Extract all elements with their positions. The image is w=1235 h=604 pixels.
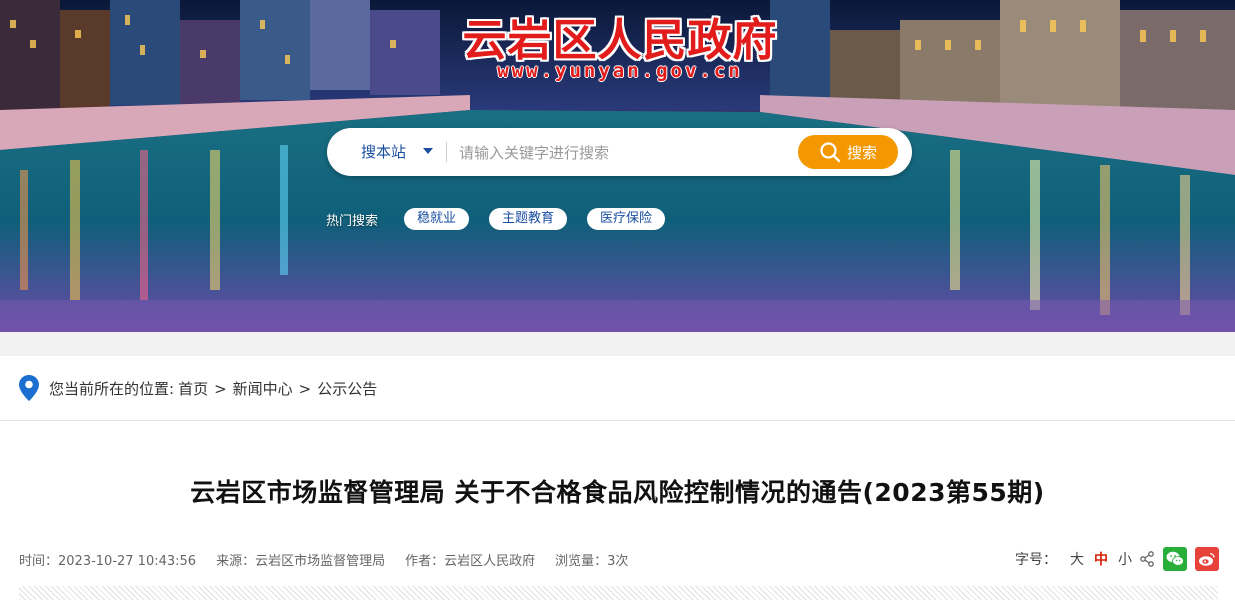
search-scope-select[interactable]: 搜本站 [361,128,406,176]
breadcrumb: 您当前所在的位置: 首页 > 新闻中心 > 公示公告 [49,378,377,399]
search-button[interactable]: 搜索 [798,135,898,169]
weibo-share-button[interactable] [1195,547,1219,571]
search-input[interactable] [457,137,791,169]
breadcrumb-separator: > [298,379,312,398]
article-time: 时间：2023-10-27 10:43:56 [19,554,197,569]
search-icon [820,142,841,163]
divider-pattern [19,586,1218,600]
search-button-label: 搜索 [846,143,877,162]
weibo-icon [1199,552,1215,566]
article-views: 浏览量：3次 [555,554,629,569]
search-bar: 搜本站 搜索 [327,128,912,176]
article-tools: 字号： 大 中 小 [1015,546,1219,572]
hot-tag-employment[interactable]: 稳就业 [404,208,470,230]
breadcrumb-bar: 您当前所在的位置: 首页 > 新闻中心 > 公示公告 [0,356,1235,421]
hot-tag-insurance[interactable]: 医疗保险 [587,208,666,230]
hot-search-label: 热门搜索 [326,213,379,229]
location-pin-icon [19,375,39,401]
breadcrumb-item-home[interactable]: 首页 [178,378,208,399]
font-size-label: 字号： [1015,552,1057,568]
share-icon[interactable] [1139,551,1155,567]
header-banner: 云岩区人民政府 www.yunyan.gov.cn 搜本站 搜索 热门搜索 稳就… [0,0,1235,332]
breadcrumb-item-news[interactable]: 新闻中心 [233,378,293,399]
wechat-icon [1166,551,1184,566]
article-source: 来源：云岩区市场监督管理局 [216,554,386,569]
nav-strip [0,332,1235,356]
article-meta: 时间：2023-10-27 10:43:56 来源：云岩区市场监督管理局 作者：… [19,550,648,569]
font-size-large-button[interactable]: 大 [1070,549,1084,569]
hot-search: 热门搜索 稳就业 主题教育 医疗保险 [326,207,685,231]
article-author: 作者：云岩区人民政府 [405,554,536,569]
article-title: 云岩区市场监督管理局 关于不合格食品风险控制情况的通告(2023第55期) [190,478,1045,507]
search-divider [446,142,447,162]
breadcrumb-item-notices[interactable]: 公示公告 [317,378,377,399]
wechat-share-button[interactable] [1163,547,1187,571]
hot-tag-education[interactable]: 主题教育 [489,208,568,230]
breadcrumb-prefix: 您当前所在的位置: [49,380,175,398]
caret-down-icon[interactable] [423,148,433,154]
site-title: 云岩区人民政府 [462,15,778,66]
font-size-small-button[interactable]: 小 [1118,549,1132,569]
site-url: www.yunyan.gov.cn [497,60,743,82]
breadcrumb-separator: > [214,379,227,398]
font-size-medium-button[interactable]: 中 [1094,549,1108,569]
